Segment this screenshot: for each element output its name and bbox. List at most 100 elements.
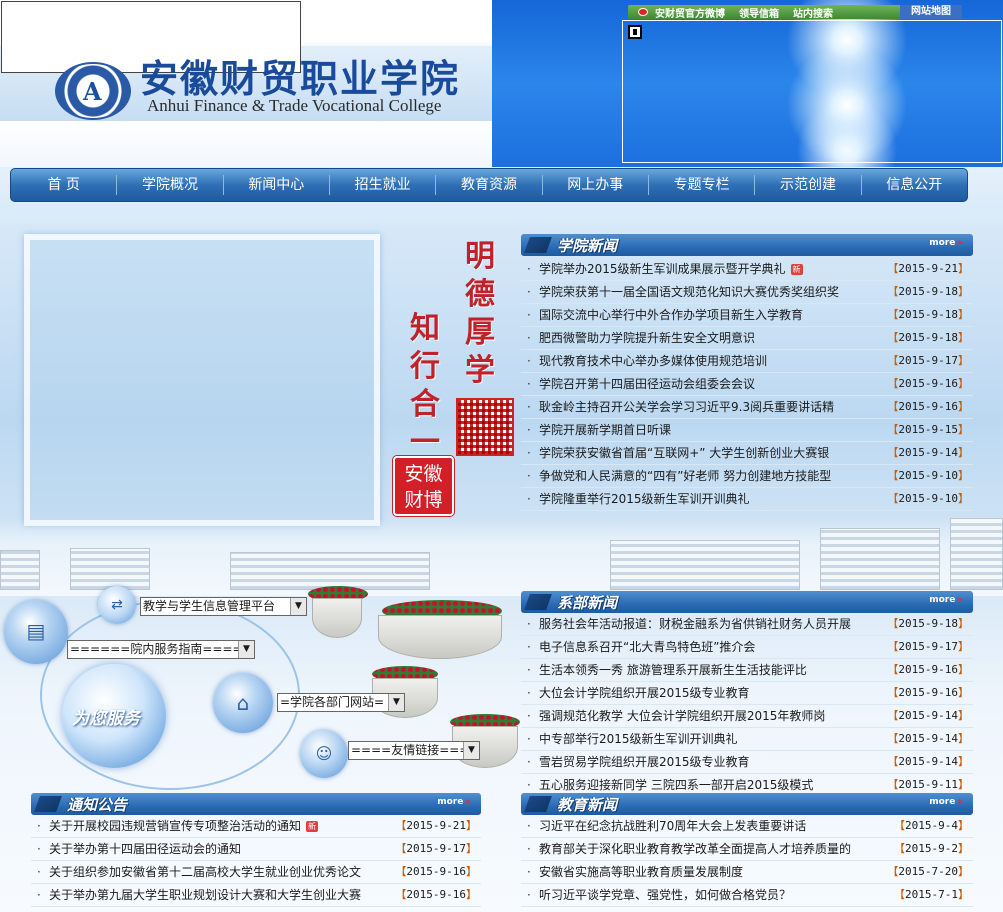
nav-model-building[interactable]: 示范创建 bbox=[755, 175, 862, 195]
date-text: 2015-9-10 bbox=[898, 492, 958, 505]
news-title[interactable]: 学院召开第十四届田径运动会组委会会议 bbox=[539, 373, 755, 395]
news-row[interactable]: · 国际交流中心举行中外合作办学项目新生入学教育 【2015-9-18】 bbox=[521, 304, 973, 327]
news-row[interactable]: · 关于组织参加安徽省第十二届高校大学生就业创业优秀论文 【2015-9-16】 bbox=[31, 861, 481, 884]
news-date: 【2015-9-15】 bbox=[887, 423, 969, 436]
news-row[interactable]: · 安徽省实施高等职业教育质量发展制度 【2015-7-20】 bbox=[521, 861, 973, 884]
news-date: 【2015-9-16】 bbox=[887, 663, 969, 676]
service-orb-teaching[interactable]: ▤ bbox=[4, 600, 68, 664]
nav-news-center[interactable]: 新闻中心 bbox=[224, 175, 330, 195]
weibo-stamp-link[interactable]: 安徽 财博 bbox=[393, 456, 454, 516]
nav-special-topics[interactable]: 专题专栏 bbox=[649, 175, 756, 195]
service-orb-link[interactable]: ⇄ bbox=[98, 586, 136, 624]
news-title[interactable]: 学院荣获安徽省首届“互联网+” 大学生创新创业大赛银 bbox=[539, 442, 829, 464]
news-title[interactable]: 关于举办第十四届田径运动会的通知 bbox=[49, 838, 241, 860]
date-text: 2015-7-20 bbox=[898, 865, 958, 878]
news-row[interactable]: · 电子信息系召开“北大青鸟特色班”推介会 【2015-9-17】 bbox=[521, 636, 973, 659]
nav-info-disclosure[interactable]: 信息公开 bbox=[862, 175, 967, 195]
news-title[interactable]: 关于组织参加安徽省第十二届高校大学生就业创业优秀论文 bbox=[49, 861, 361, 883]
slideshow-frame[interactable] bbox=[24, 234, 380, 526]
service-orb-departments[interactable]: ⌂ bbox=[213, 673, 273, 733]
news-row[interactable]: · 学院隆重举行2015级新生军训开训典礼 【2015-9-10】 bbox=[521, 488, 973, 511]
news-title[interactable]: 服务社会年活动报道：财税金融系为省供销社财务人员开展 bbox=[539, 613, 851, 635]
news-row[interactable]: · 听习近平谈学党章、强党性，如何做合格党员？ 【2015-7-1】 bbox=[521, 884, 973, 907]
edu-news-more-link[interactable]: more bbox=[929, 797, 963, 807]
news-title-text[interactable]: 学院举办2015级新生军训成果展示暨开学典礼 bbox=[539, 262, 786, 276]
news-row[interactable]: · 大位会计学院组织开展2015级专业教育 【2015-9-16】 bbox=[521, 682, 973, 705]
date-text: 2015-9-16 bbox=[406, 888, 466, 901]
service-orb-friend-links[interactable]: ☺ bbox=[300, 730, 348, 778]
news-title[interactable]: 耿金岭主持召开公关学会学习习近平9.3阅兵重要讲话精 bbox=[539, 396, 834, 418]
news-row[interactable]: · 关于开展校园违规营销宣传专项整治活动的通知新【2015-9-21】 bbox=[31, 815, 481, 838]
news-row[interactable]: · 学院召开第十四届田径运动会组委会会议 【2015-9-16】 bbox=[521, 373, 973, 396]
nav-overview[interactable]: 学院概况 bbox=[117, 175, 224, 195]
notices-more-link[interactable]: more bbox=[437, 797, 471, 807]
nav-online-office[interactable]: 网上办事 bbox=[543, 175, 649, 195]
news-title[interactable]: 雪岩贸易学院组织开展2015级专业教育 bbox=[539, 751, 750, 773]
department-sites-select[interactable]: =学院各部门网站= ▼ bbox=[277, 693, 405, 712]
news-title[interactable]: 学院隆重举行2015级新生军训开训典礼 bbox=[539, 488, 750, 510]
news-row[interactable]: · 习近平在纪念抗战胜利70周年大会上发表重要讲话 【2015-9-4】 bbox=[521, 815, 973, 838]
nav-admission[interactable]: 招生就业 bbox=[330, 175, 437, 195]
friend-links-select[interactable]: ====友情链接==== ▼ bbox=[348, 741, 480, 760]
news-row[interactable]: · 教育部关于深化职业教育教学改革全面提高人才培养质量的 【2015-9-2】 bbox=[521, 838, 973, 861]
news-row[interactable]: · 中专部举行2015级新生军训开训典礼 【2015-9-14】 bbox=[521, 728, 973, 751]
flower-pot bbox=[378, 615, 502, 659]
news-row[interactable]: · 学院荣获安徽省首届“互联网+” 大学生创新创业大赛银 【2015-9-14】 bbox=[521, 442, 973, 465]
news-title[interactable]: 肥西微警助力学院提升新生安全文明意识 bbox=[539, 327, 755, 349]
date-text: 2015-9-18 bbox=[898, 617, 958, 630]
weibo-icon bbox=[638, 8, 648, 16]
college-seal-logo[interactable]: A bbox=[55, 62, 131, 120]
college-news-more-link[interactable]: more bbox=[929, 238, 963, 248]
news-title[interactable]: 大位会计学院组织开展2015级专业教育 bbox=[539, 682, 750, 704]
news-row[interactable]: · 雪岩贸易学院组织开展2015级专业教育 【2015-9-14】 bbox=[521, 751, 973, 774]
nav-home[interactable]: 首 页 bbox=[11, 175, 118, 195]
news-title[interactable]: 现代教育技术中心举办多媒体使用规范培训 bbox=[539, 350, 767, 372]
news-title[interactable]: 习近平在纪念抗战胜利70周年大会上发表重要讲话 bbox=[539, 815, 806, 837]
nav-edu-resources[interactable]: 教育资源 bbox=[436, 175, 543, 195]
date-text: 2015-9-21 bbox=[406, 819, 466, 832]
news-row[interactable]: · 生活本领秀一秀 旅游管理系开展新生生活技能评比 【2015-9-16】 bbox=[521, 659, 973, 682]
top-link-mailbox[interactable]: 领导信箱 bbox=[732, 5, 786, 20]
flash-banner-frame bbox=[622, 20, 1002, 163]
sitemap-link[interactable]: 网站地图 bbox=[900, 5, 962, 19]
news-title[interactable]: 生活本领秀一秀 旅游管理系开展新生生活技能评比 bbox=[539, 659, 807, 681]
news-row[interactable]: · 肥西微警助力学院提升新生安全文明意识 【2015-9-18】 bbox=[521, 327, 973, 350]
date-text: 2015-9-16 bbox=[898, 377, 958, 390]
news-title[interactable]: 学院荣获第十一届全国语文规范化知识大赛优秀奖组织奖 bbox=[539, 281, 839, 303]
news-title[interactable]: 教育部关于深化职业教育教学改革全面提高人才培养质量的 bbox=[539, 838, 851, 860]
news-date: 【2015-9-16】 bbox=[395, 865, 477, 878]
top-link-weibo[interactable]: 安财贸官方微博 bbox=[648, 5, 732, 20]
weibo-stamp-text: 财博 bbox=[404, 489, 443, 511]
campus-service-guide-select[interactable]: ======院内服务指南====== ▼ bbox=[67, 640, 255, 659]
news-title[interactable]: 争做党和人民满意的“四有”好老师 努力创建地方技能型 bbox=[539, 465, 831, 487]
news-date: 【2015-9-17】 bbox=[395, 842, 477, 855]
news-title-text[interactable]: 关于开展校园违规营销宣传专项整治活动的通知 bbox=[49, 819, 301, 833]
news-row[interactable]: · 强调规范化教学 大位会计学院组织开展2015年教师岗 【2015-9-14】 bbox=[521, 705, 973, 728]
news-row[interactable]: · 现代教育技术中心举办多媒体使用规范培训 【2015-9-17】 bbox=[521, 350, 973, 373]
news-row[interactable]: · 关于举办第九届大学生职业规划设计大赛和大学生创业大赛 【2015-9-16】 bbox=[31, 884, 481, 907]
news-row[interactable]: · 学院荣获第十一届全国语文规范化知识大赛优秀奖组织奖 【2015-9-18】 bbox=[521, 281, 973, 304]
news-row[interactable]: · 关于举办第十四届田径运动会的通知 【2015-9-17】 bbox=[31, 838, 481, 861]
news-title[interactable]: 关于举办第九届大学生职业规划设计大赛和大学生创业大赛 bbox=[49, 884, 361, 906]
news-title[interactable]: 国际交流中心举行中外合作办学项目新生入学教育 bbox=[539, 304, 803, 326]
college-news-box: 学院新闻 more ·学院举办2015级新生军训成果展示暨开学典礼新【2015-… bbox=[521, 234, 973, 511]
college-name-cn[interactable]: 安徽财贸职业学院 bbox=[140, 48, 460, 103]
top-link-search[interactable]: 站内搜索 bbox=[786, 5, 840, 20]
news-row[interactable]: · 学院开展新学期首日听课 【2015-9-15】 bbox=[521, 419, 973, 442]
news-title[interactable]: 学院开展新学期首日听课 bbox=[539, 419, 671, 441]
edu-news-title: 教育新闻 bbox=[557, 796, 618, 814]
news-row[interactable]: · 学院举办2015级新生军训成果展示暨开学典礼新【2015-9-21】 bbox=[521, 258, 973, 281]
plugin-placeholder-icon[interactable] bbox=[628, 25, 642, 39]
dept-news-more-link[interactable]: more bbox=[929, 595, 963, 605]
news-title[interactable]: 电子信息系召开“北大青鸟特色班”推介会 bbox=[539, 636, 755, 658]
news-row[interactable]: · 争做党和人民满意的“四有”好老师 努力创建地方技能型 【2015-9-10】 bbox=[521, 465, 973, 488]
news-title[interactable]: 听习近平谈学党章、强党性，如何做合格党员？ bbox=[539, 884, 791, 906]
news-row[interactable]: · 耿金岭主持召开公关学会学习习近平9.3阅兵重要讲话精 【2015-9-16】 bbox=[521, 396, 973, 419]
teaching-platform-select[interactable]: 教学与学生信息管理平台 ▼ bbox=[140, 597, 307, 616]
news-title[interactable]: 安徽省实施高等职业教育质量发展制度 bbox=[539, 861, 743, 883]
news-title[interactable]: 强调规范化教学 大位会计学院组织开展2015年教师岗 bbox=[539, 705, 825, 727]
news-title[interactable]: 中专部举行2015级新生军训开训典礼 bbox=[539, 728, 738, 750]
news-row[interactable]: · 服务社会年活动报道：财税金融系为省供销社财务人员开展 【2015-9-18】 bbox=[521, 613, 973, 636]
chevron-down-icon: ▼ bbox=[238, 641, 254, 658]
dept-news-header: 系部新闻 more bbox=[521, 591, 973, 613]
